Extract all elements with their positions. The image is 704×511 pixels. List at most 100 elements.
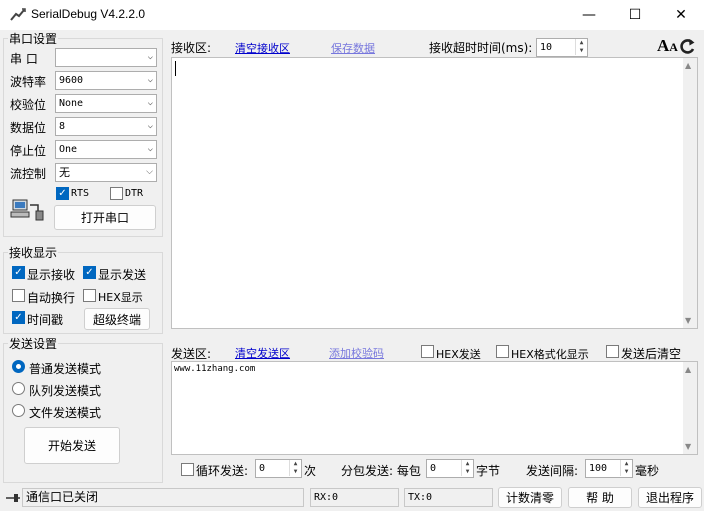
spin-down-icon[interactable]: ▼ xyxy=(575,47,587,55)
databits-select[interactable]: 8 ⌵ xyxy=(55,117,157,136)
file-mode-radio[interactable] xyxy=(12,404,25,417)
app-icon xyxy=(10,8,26,21)
stopbits-label: 停止位 xyxy=(10,144,47,158)
rts-checkbox[interactable]: ✓ xyxy=(56,187,69,200)
exit-button[interactable]: 退出程序 xyxy=(638,487,702,508)
loop-send-label: 循环发送: xyxy=(196,464,249,478)
stopbits-value: One xyxy=(59,144,78,155)
rx-counter: RX:0 xyxy=(310,488,399,507)
hex-display-label: HEX显示 xyxy=(98,291,143,304)
loop-count-value: 0 xyxy=(259,463,266,474)
spin-up-icon[interactable]: ▲ xyxy=(575,39,587,47)
interval-label: 发送间隔: xyxy=(526,464,579,478)
receive-timeout-value: 10 xyxy=(540,42,553,53)
save-data-link[interactable]: 保存数据 xyxy=(331,40,375,56)
spin-down-icon[interactable]: ▼ xyxy=(461,468,473,476)
receive-area-label: 接收区: xyxy=(171,41,212,55)
font-icon-letter: A xyxy=(657,36,670,55)
baud-label: 波特率 xyxy=(10,75,47,89)
flow-value: 无 xyxy=(59,166,70,179)
loop-count-spinner[interactable]: 0 ▲ ▼ xyxy=(255,459,302,478)
baud-select[interactable]: 9600 ⌵ xyxy=(55,71,157,90)
timestamp-label: 时间戳 xyxy=(27,313,64,327)
interval-value: 100 xyxy=(589,463,608,474)
port-select[interactable]: ⌵ xyxy=(55,48,157,67)
hex-send-checkbox[interactable] xyxy=(421,345,434,358)
interval-spinner[interactable]: 100 ▲ ▼ xyxy=(585,459,633,478)
scroll-down-icon[interactable]: ▼ xyxy=(685,316,691,325)
chevron-down-icon: ⌵ xyxy=(147,121,153,131)
close-button[interactable]: ✕ xyxy=(658,0,704,30)
queue-mode-radio[interactable] xyxy=(12,382,25,395)
spin-up-icon[interactable]: ▲ xyxy=(461,460,473,468)
hex-send-label: HEX发送 xyxy=(436,348,481,361)
packet-size-spinner[interactable]: 0 ▲ ▼ xyxy=(426,459,474,478)
hex-display-checkbox[interactable] xyxy=(83,289,96,302)
status-message: 通信口已关闭 xyxy=(22,488,304,507)
show-receive-label: 显示接收 xyxy=(27,268,76,282)
hex-format-checkbox[interactable] xyxy=(496,345,509,358)
start-send-button[interactable]: 开始发送 xyxy=(24,427,120,464)
open-port-button[interactable]: 打开串口 xyxy=(54,205,156,230)
receive-timeout-spinner[interactable]: 10 ▲ ▼ xyxy=(536,38,588,57)
spin-up-icon[interactable]: ▲ xyxy=(620,460,632,468)
hyper-terminal-button[interactable]: 超级终端 xyxy=(84,308,150,330)
chevron-down-icon: ⌵ xyxy=(147,144,153,154)
scroll-up-icon[interactable]: ▲ xyxy=(685,61,691,70)
clear-send-link[interactable]: 清空发送区 xyxy=(235,345,290,361)
reset-counter-button[interactable]: 计数清零 xyxy=(498,487,562,508)
packet-size-value: 0 xyxy=(430,463,437,474)
stopbits-select[interactable]: One ⌵ xyxy=(55,140,157,159)
file-mode-label: 文件发送模式 xyxy=(29,406,102,420)
loop-unit-label: 次 xyxy=(304,464,317,478)
font-icon[interactable]: AA xyxy=(657,36,678,56)
receive-textarea[interactable]: ▲ ▼ xyxy=(171,57,698,329)
packet-label: 分包发送: 每包 xyxy=(341,464,421,478)
add-checksum-link[interactable]: 添加校验码 xyxy=(329,345,384,361)
auto-wrap-checkbox[interactable] xyxy=(12,289,25,302)
clear-after-send-checkbox[interactable] xyxy=(606,345,619,358)
flow-label: 流控制 xyxy=(10,167,47,181)
chevron-down-icon: ⌵ xyxy=(147,98,153,108)
timestamp-checkbox[interactable]: ✓ xyxy=(12,311,25,324)
databits-label: 数据位 xyxy=(10,121,47,135)
loop-send-checkbox[interactable] xyxy=(181,463,194,476)
receive-timeout-label: 接收超时时间(ms): xyxy=(429,41,533,55)
spin-down-icon[interactable]: ▼ xyxy=(289,468,301,476)
spin-down-icon[interactable]: ▼ xyxy=(620,468,632,476)
window-title: SerialDebug V4.2.2.0 xyxy=(31,7,146,21)
parity-value: None xyxy=(59,98,84,109)
show-send-checkbox[interactable]: ✓ xyxy=(83,266,96,279)
refresh-icon[interactable] xyxy=(679,38,696,55)
flow-select[interactable]: 无 ⌵ xyxy=(55,163,157,182)
send-content: www.11zhang.com xyxy=(174,364,256,374)
chevron-down-icon: ⌵ xyxy=(146,167,153,177)
show-send-label: 显示发送 xyxy=(98,268,147,282)
auto-wrap-label: 自动换行 xyxy=(27,291,76,305)
baud-value: 9600 xyxy=(59,75,84,86)
maximize-button[interactable]: ☐ xyxy=(612,0,658,30)
chevron-down-icon: ⌵ xyxy=(147,75,153,85)
clear-after-send-label: 发送后清空 xyxy=(621,347,682,361)
dtr-checkbox[interactable] xyxy=(110,187,123,200)
clear-receive-link[interactable]: 清空接收区 xyxy=(235,40,290,56)
parity-select[interactable]: None ⌵ xyxy=(55,94,157,113)
receive-scrollbar[interactable]: ▲ ▼ xyxy=(683,58,697,328)
show-receive-checkbox[interactable]: ✓ xyxy=(12,266,25,279)
send-area-label: 发送区: xyxy=(171,347,212,361)
chevron-down-icon: ⌵ xyxy=(147,52,153,62)
scroll-up-icon[interactable]: ▲ xyxy=(685,365,691,374)
rts-label: RTS xyxy=(71,188,90,199)
spin-up-icon[interactable]: ▲ xyxy=(289,460,301,468)
minimize-button[interactable]: — xyxy=(566,0,612,30)
send-scrollbar[interactable]: ▲ ▼ xyxy=(683,362,697,454)
scroll-down-icon[interactable]: ▼ xyxy=(685,442,691,451)
serial-port-icon xyxy=(10,199,44,221)
hex-format-label: HEX格式化显示 xyxy=(511,348,589,361)
send-textarea[interactable]: www.11zhang.com ▲ ▼ xyxy=(171,361,698,455)
port-label: 串 口 xyxy=(10,52,38,66)
queue-mode-label: 队列发送模式 xyxy=(29,384,102,398)
packet-unit-label: 字节 xyxy=(476,464,501,478)
help-button[interactable]: 帮 助 xyxy=(568,487,632,508)
normal-mode-radio[interactable] xyxy=(12,360,25,373)
